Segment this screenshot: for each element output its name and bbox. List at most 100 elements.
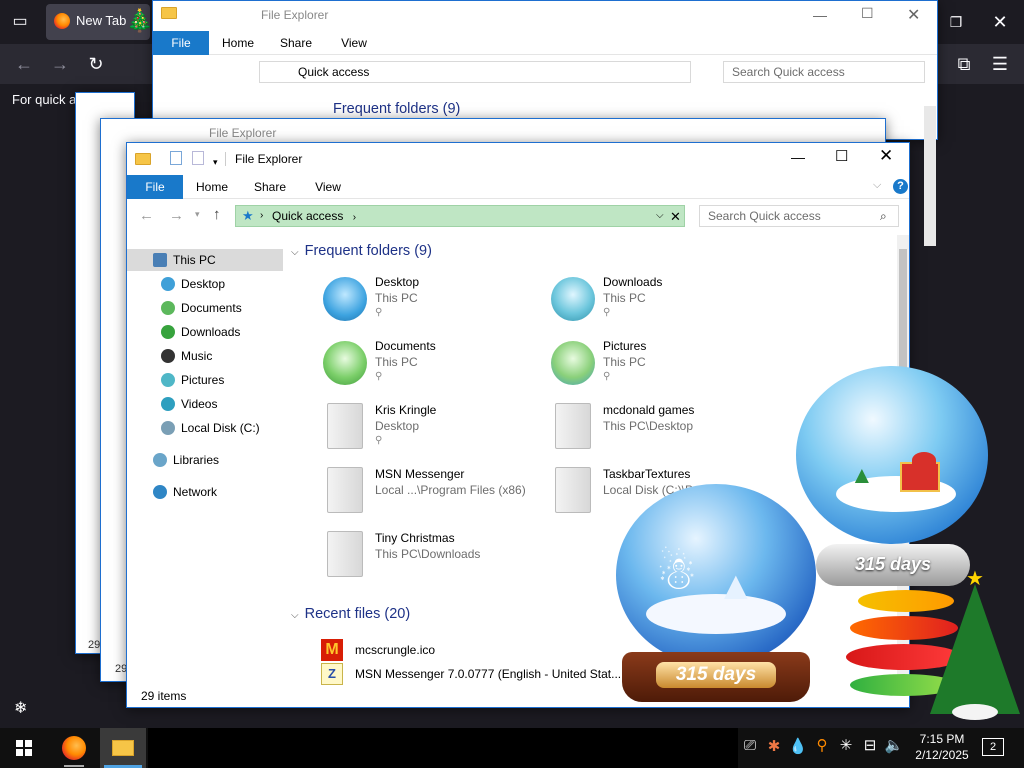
maximize-icon[interactable]: ☐	[835, 147, 848, 165]
tile-name: Documents	[375, 339, 436, 353]
nav-item-libraries[interactable]: Libraries	[127, 449, 283, 471]
start-tile	[25, 749, 32, 756]
folder-icon	[327, 531, 363, 577]
frequent-tile-pictures[interactable]: Pictures This PC ⚲	[551, 339, 781, 397]
expand-ribbon-icon[interactable]: ⌵	[873, 179, 881, 192]
address-bar[interactable]: ★ › Quick access › ⌵ ✕	[235, 205, 685, 227]
tab-view[interactable]: View	[305, 175, 351, 199]
frequent-tile-tiny-christmas[interactable]: Tiny Christmas This PC\Downloads	[323, 531, 553, 589]
scrollbar-thumb[interactable]	[899, 249, 907, 369]
tab-label: New Tab	[76, 13, 127, 28]
nav-item-local-disk[interactable]: Local Disk (C:)	[127, 417, 283, 439]
folder-icon	[555, 467, 591, 513]
new-folder-icon[interactable]	[191, 151, 204, 165]
frequent-tile-desktop[interactable]: Desktop This PC ⚲	[323, 275, 553, 333]
monitor-icon	[153, 253, 167, 267]
frequent-tile-msn-messenger[interactable]: MSN Messenger Local ...\Program Files (x8…	[323, 467, 553, 525]
tile-name: Pictures	[603, 339, 647, 353]
tab-share[interactable]: Share	[247, 175, 293, 199]
tab-file[interactable]: File	[127, 175, 183, 199]
close-icon[interactable]: ✕	[879, 146, 893, 166]
frequent-tile-downloads[interactable]: Downloads This PC ⚲	[551, 275, 781, 333]
group-header-frequent[interactable]: ⌵ Frequent folders (9)	[291, 243, 432, 259]
start-tile	[25, 740, 32, 747]
divider	[225, 152, 226, 166]
tray-icon-search[interactable]: ⚲	[812, 736, 832, 754]
group-header-recent[interactable]: ⌵ Recent files (20)	[291, 606, 410, 622]
tab-view[interactable]: View	[331, 31, 377, 55]
tab-overview-icon[interactable]: ▭	[8, 10, 32, 34]
forward-icon[interactable]: →	[48, 52, 72, 76]
snow-globe-widget-big[interactable]: ▲ 315 days	[796, 366, 990, 590]
nav-item-desktop[interactable]: Desktop	[127, 273, 283, 295]
nav-item-documents[interactable]: Documents	[127, 297, 283, 319]
minimize-icon[interactable]: —	[791, 149, 805, 165]
navigation-pane: This PC Desktop Documents Downloads Musi…	[127, 239, 289, 689]
maximize-icon[interactable]: ☐	[861, 5, 874, 22]
menu-icon[interactable]: ☰	[988, 52, 1012, 76]
network-icon[interactable]: ⊟	[860, 736, 880, 754]
tray-icon-drop[interactable]: 💧	[788, 737, 808, 755]
search-input[interactable]: Search Quick access	[723, 61, 925, 83]
properties-icon[interactable]	[170, 151, 183, 165]
tile-name: Kris Kringle	[375, 403, 437, 417]
address-bar[interactable]: Quick access	[259, 61, 691, 83]
tile-location: This PC	[375, 355, 418, 369]
tray-icon-screen[interactable]: ⎚	[740, 737, 760, 754]
frequent-tile-documents[interactable]: Documents This PC ⚲	[323, 339, 553, 397]
browser-tab[interactable]: New Tab 🎄	[46, 4, 153, 40]
nav-item-pictures[interactable]: Pictures	[127, 369, 283, 391]
tray-icon-colorful[interactable]: ✱	[764, 737, 784, 755]
back-icon[interactable]: ←	[12, 52, 36, 76]
firefox-taskbar-icon[interactable]	[62, 736, 86, 760]
help-icon[interactable]: ?	[893, 179, 908, 194]
nav-item-music[interactable]: Music	[127, 345, 283, 367]
folder-icon	[327, 467, 363, 513]
forward-icon[interactable]: →	[169, 207, 184, 224]
frequent-tile-kris-kringle[interactable]: Kris Kringle Desktop ⚲	[323, 403, 553, 461]
snow-globe-widget-small[interactable]: ☃ ▲ 315 days	[616, 484, 816, 704]
nav-item-this-pc[interactable]: This PC	[127, 249, 283, 271]
explorer-taskbar-button[interactable]	[100, 728, 146, 768]
clear-icon[interactable]: ✕	[670, 207, 681, 227]
tab-home[interactable]: Home	[189, 175, 235, 199]
notification-center-icon[interactable]: 2	[982, 738, 1004, 756]
search-input[interactable]: Search Quick access ⌕	[699, 205, 899, 227]
frequent-tile-mcdonald-games[interactable]: mcdonald games This PC\Desktop	[551, 403, 781, 461]
recent-locations-icon[interactable]: ▾	[195, 209, 200, 220]
nav-item-network[interactable]: Network	[127, 481, 283, 503]
nav-item-videos[interactable]: Videos	[127, 393, 283, 415]
volume-icon[interactable]: 🔈	[884, 736, 904, 754]
tab-file[interactable]: File	[153, 31, 209, 55]
pictures-icon	[161, 373, 175, 387]
group-header-frequent[interactable]: Frequent folders (9)	[333, 101, 460, 117]
up-icon[interactable]: ↑	[213, 206, 221, 223]
tab-home[interactable]: Home	[215, 31, 261, 55]
globe-glass	[796, 366, 988, 544]
pictures-folder-icon	[551, 341, 595, 385]
network-icon	[153, 485, 167, 499]
close-icon[interactable]: ✕	[988, 10, 1012, 34]
nav-label: Videos	[181, 397, 218, 411]
tile-name: MSN Messenger	[375, 467, 465, 481]
extensions-icon[interactable]: ⧉	[952, 52, 976, 76]
minimize-icon[interactable]: —	[813, 7, 827, 23]
restore-icon[interactable]: ❐	[944, 10, 968, 34]
days-counter: 315 days	[656, 662, 776, 688]
clock[interactable]: 7:15 PM 2/12/2025	[912, 731, 972, 763]
tray-icon-snowflake[interactable]: ✳	[836, 736, 856, 754]
nav-label: Desktop	[181, 277, 226, 291]
back-icon[interactable]: ←	[139, 207, 154, 224]
nav-item-downloads[interactable]: Downloads	[127, 321, 283, 343]
start-button[interactable]	[16, 740, 32, 756]
address-dropdown-icon[interactable]: ⌵	[656, 206, 664, 226]
chevron-down-icon: ⌵	[291, 610, 299, 621]
reload-icon[interactable]: ↻	[84, 52, 108, 76]
tile-name: Downloads	[603, 275, 663, 289]
tab-share[interactable]: Share	[273, 31, 319, 55]
close-icon[interactable]: ✕	[907, 5, 920, 25]
scrollbar-back[interactable]	[924, 106, 936, 246]
title-bar[interactable]: ▾ File Explorer — ☐ ✕	[127, 143, 909, 173]
downloads-folder-icon	[551, 277, 595, 321]
customize-qat-icon[interactable]: ▾	[213, 157, 218, 167]
